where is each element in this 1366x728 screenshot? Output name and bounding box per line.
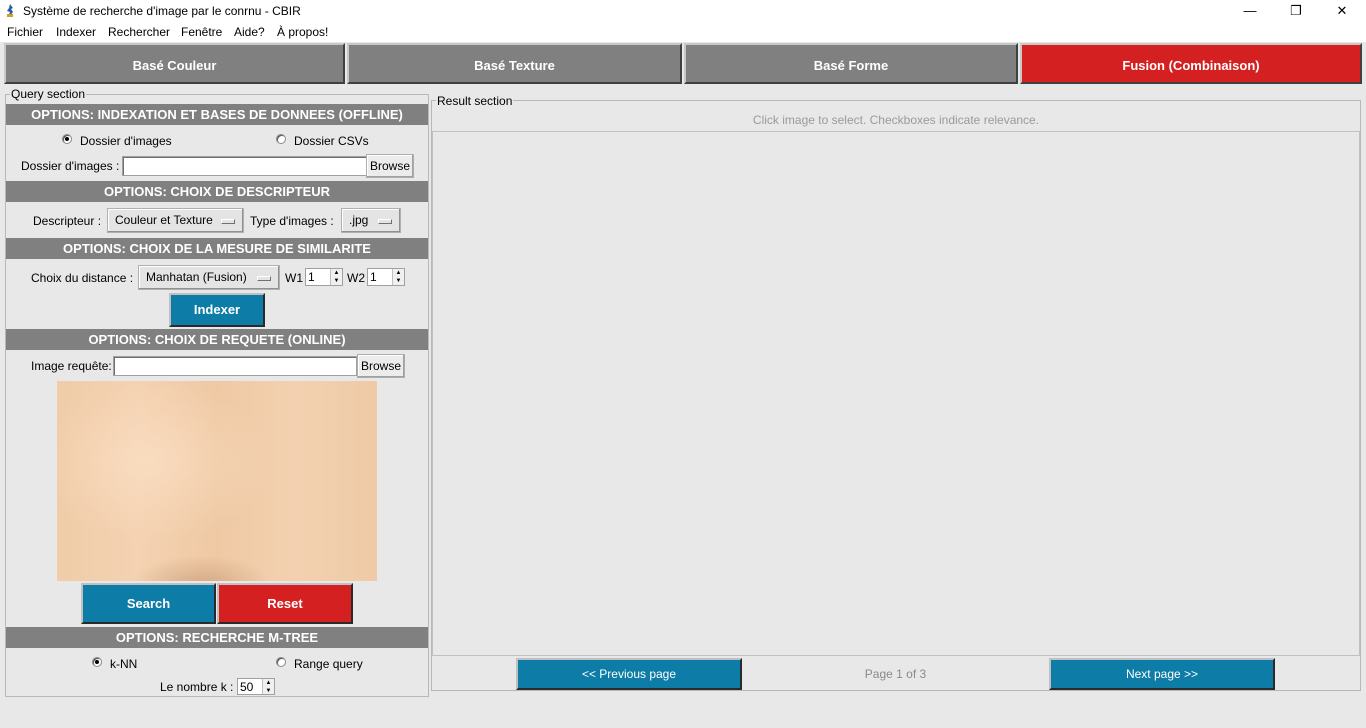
image-requete-label: Image requête: <box>31 359 112 373</box>
menu-indexer[interactable]: Indexer <box>56 25 96 39</box>
indexer-button[interactable]: Indexer <box>169 293 265 327</box>
result-grid-area[interactable] <box>432 131 1360 656</box>
descripteur-label: Descripteur : <box>33 214 102 228</box>
result-section-label: Result section <box>436 94 514 108</box>
tab-fusion[interactable]: Fusion (Combinaison) <box>1020 43 1362 84</box>
menu-a-propos[interactable]: À propos! <box>277 25 328 39</box>
radio-dossier-images-label: Dossier d'images <box>80 134 172 148</box>
section-header-indexation: OPTIONS: INDEXATION ET BASES DE DONNEES … <box>6 104 428 125</box>
folder-input[interactable] <box>122 156 367 176</box>
dropdown-indicator-icon <box>221 218 235 224</box>
image-requete-input[interactable] <box>113 356 357 376</box>
w1-value: 1 <box>308 270 315 284</box>
dropdown-indicator-icon <box>257 275 271 281</box>
menu-fenetre[interactable]: Fenêtre <box>181 25 222 39</box>
distance-select[interactable]: Manhatan (Fusion) <box>138 265 280 290</box>
minimize-icon[interactable]: — <box>1227 0 1273 22</box>
spin-arrows-icon[interactable]: ▲ ▼ <box>330 269 342 285</box>
descripteur-select[interactable]: Couleur et Texture <box>107 208 244 233</box>
folder-label: Dossier d'images : <box>21 159 120 173</box>
browse-image-button[interactable]: Browse <box>357 354 405 378</box>
w2-value: 1 <box>370 270 377 284</box>
radio-range-query-label: Range query <box>294 657 363 671</box>
spin-arrows-icon[interactable]: ▲ ▼ <box>392 269 404 285</box>
dropdown-indicator-icon <box>378 218 392 224</box>
menu-bar: Fichier Indexer Rechercher Fenêtre Aide?… <box>0 22 1366 42</box>
distance-value: Manhatan (Fusion) <box>146 270 247 284</box>
menu-fichier[interactable]: Fichier <box>7 25 43 39</box>
distance-label: Choix du distance : <box>31 271 134 285</box>
radio-knn[interactable] <box>92 657 102 667</box>
w1-label: W1 <box>285 271 303 285</box>
query-section-label: Query section <box>10 87 87 101</box>
k-spinbox[interactable]: 50 ▲ ▼ <box>237 678 275 695</box>
title-bar: Système de recherche d'image par le conr… <box>0 0 1366 22</box>
browse-folder-button[interactable]: Browse <box>366 154 414 178</box>
section-header-descripteur: OPTIONS: CHOIX DE DESCRIPTEUR <box>6 181 428 202</box>
radio-dossier-images[interactable] <box>62 134 72 144</box>
radio-dossier-csvs-label: Dossier CSVs <box>294 134 369 148</box>
section-header-mtree: OPTIONS: RECHERCHE M-TREE <box>6 627 428 648</box>
tab-base-forme[interactable]: Basé Forme <box>684 43 1018 84</box>
previous-page-button[interactable]: << Previous page <box>516 658 742 690</box>
section-header-requete: OPTIONS: CHOIX DE REQUETE (ONLINE) <box>6 329 428 350</box>
search-button[interactable]: Search <box>81 583 216 624</box>
window-title: Système de recherche d'image par le conr… <box>23 4 301 18</box>
type-images-select[interactable]: .jpg <box>341 208 401 233</box>
k-label: Le nombre k : <box>160 680 234 694</box>
type-images-value: .jpg <box>349 213 369 227</box>
w1-spinbox[interactable]: 1 ▲ ▼ <box>305 268 343 286</box>
radio-range-query[interactable] <box>276 657 286 667</box>
spin-arrows-icon[interactable]: ▲ ▼ <box>262 679 274 694</box>
page-info: Page 1 of 3 <box>864 667 927 681</box>
reset-button[interactable]: Reset <box>217 583 353 624</box>
w2-spinbox[interactable]: 1 ▲ ▼ <box>367 268 405 286</box>
radio-dossier-csvs[interactable] <box>276 134 286 144</box>
query-image-preview <box>57 381 377 581</box>
app-feather-icon <box>7 4 13 17</box>
menu-aide[interactable]: Aide? <box>234 25 265 39</box>
section-header-similarite: OPTIONS: CHOIX DE LA MESURE DE SIMILARIT… <box>6 238 428 259</box>
next-page-button[interactable]: Next page >> <box>1049 658 1275 690</box>
menu-rechercher[interactable]: Rechercher <box>108 25 170 39</box>
tab-base-couleur[interactable]: Basé Couleur <box>4 43 345 84</box>
tab-base-texture[interactable]: Basé Texture <box>347 43 682 84</box>
result-hint: Click image to select. Checkboxes indica… <box>752 113 1040 127</box>
w2-label: W2 <box>347 271 365 285</box>
type-images-label: Type d'images : <box>250 214 334 228</box>
descripteur-value: Couleur et Texture <box>115 213 213 227</box>
radio-knn-label: k-NN <box>110 657 138 671</box>
restore-icon[interactable]: ❐ <box>1273 0 1319 22</box>
close-icon[interactable]: ✕ <box>1319 0 1365 22</box>
k-value: 50 <box>240 680 254 694</box>
